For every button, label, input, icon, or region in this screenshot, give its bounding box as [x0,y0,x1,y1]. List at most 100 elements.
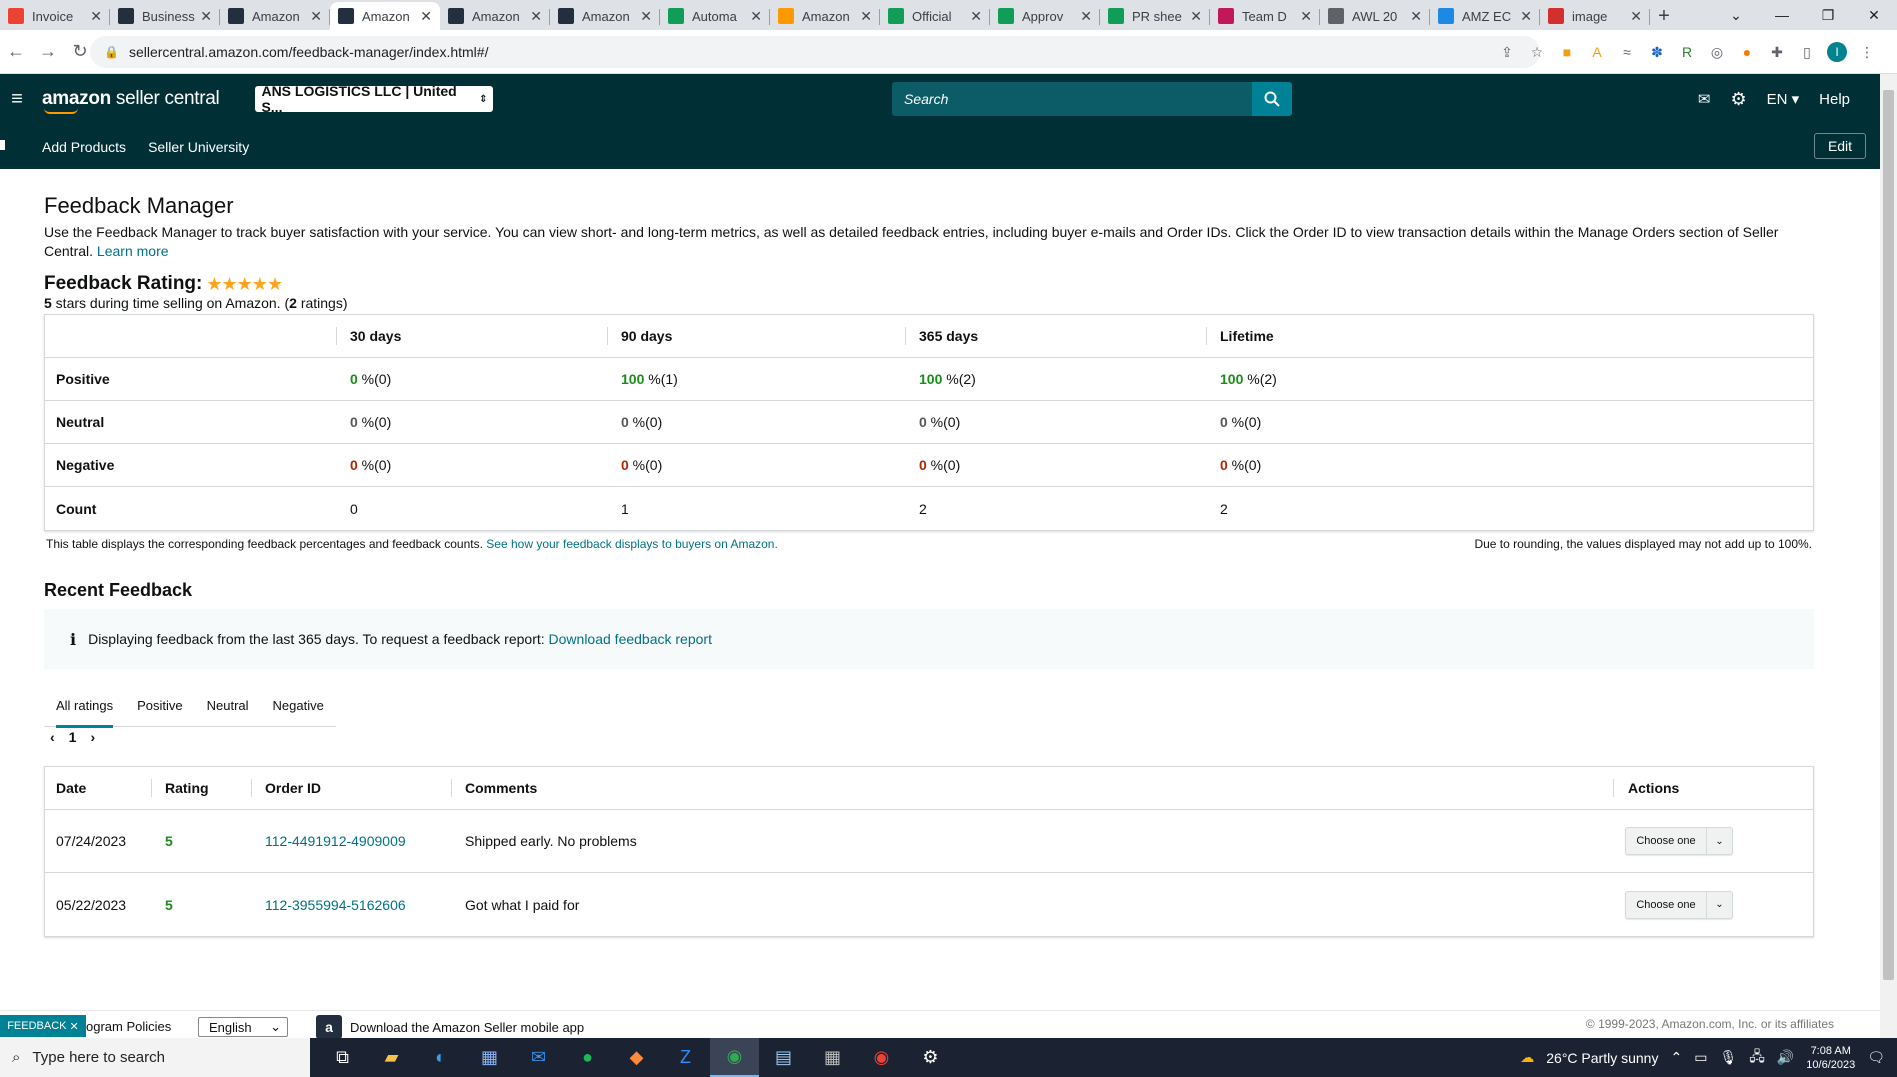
bookmark-star-icon[interactable]: ☆ [1527,42,1547,62]
extension-icon[interactable]: ≈ [1617,42,1637,62]
actions-dropdown[interactable]: Choose one ⌄ [1625,827,1733,855]
close-tab-icon[interactable]: ✕ [860,8,872,25]
tab-positive[interactable]: Positive [125,684,195,727]
browser-tab[interactable]: Amazon ✕ [330,2,440,30]
mail-icon[interactable]: ✉ [1698,90,1711,108]
browser-tab[interactable]: Official ✕ [880,2,990,30]
extension-icon[interactable]: ● [1737,42,1757,62]
volume-icon[interactable]: 🔊 [1777,1049,1794,1066]
edge-icon[interactable]: ◐ [416,1038,465,1077]
close-tab-icon[interactable]: ✕ [310,8,322,25]
close-tab-icon[interactable]: ✕ [640,8,652,25]
browser-tab[interactable]: Approv ✕ [990,2,1100,30]
notepad-icon[interactable]: ▤ [759,1038,808,1077]
minimize-button[interactable]: — [1759,0,1805,30]
puzzle-icon[interactable]: ✚ [1767,42,1787,62]
nav-seller-university[interactable]: Seller University [148,139,249,155]
settings-icon[interactable]: ⚙ [906,1038,955,1077]
program-policies-link[interactable]: ogram Policies [86,1019,171,1034]
extension-icon[interactable]: R [1677,42,1697,62]
close-tab-icon[interactable]: ✕ [1300,8,1312,25]
mail-icon[interactable]: ✉ [514,1038,563,1077]
hamburger-menu-icon[interactable]: ≡ [0,88,34,111]
feedback-tab-button[interactable]: FEEDBACK ✕ [0,1015,86,1037]
kebab-menu-icon[interactable]: ⋮ [1857,42,1877,62]
tab-all-ratings[interactable]: All ratings [44,684,125,728]
browser-tab[interactable]: AWL 20 ✕ [1320,2,1430,30]
extension-icon[interactable]: A [1587,42,1607,62]
close-tab-icon[interactable]: ✕ [90,8,102,25]
nav-add-products[interactable]: Add Products [42,139,126,155]
current-page[interactable]: 1 [69,729,77,745]
learn-more-link[interactable]: Learn more [97,243,169,259]
browser-tab[interactable]: Automa ✕ [660,2,770,30]
weather-icon[interactable]: ☁ [1520,1049,1534,1066]
actions-dropdown[interactable]: Choose one ⌄ [1625,890,1733,919]
url-field[interactable]: 🔒 sellercentral.amazon.com/feedback-mana… [90,36,1540,68]
browser-tab[interactable]: image ✕ [1540,2,1650,30]
close-tab-icon[interactable]: ✕ [1410,8,1422,25]
chevron-down-icon[interactable]: ⌄ [1713,0,1759,30]
edit-nav-button[interactable]: Edit [1814,133,1866,159]
weather-text[interactable]: 26°C Partly sunny [1546,1050,1658,1066]
buyer-display-link[interactable]: See how your feedback displays to buyers… [486,537,778,551]
clock[interactable]: 7:08 AM 10/6/2023 [1806,1044,1855,1072]
new-tab-button[interactable]: + [1650,2,1678,30]
spotify-icon[interactable]: ● [563,1038,612,1077]
browser-tab[interactable]: Team D ✕ [1210,2,1320,30]
browser-tab[interactable]: Amazon ✕ [550,2,660,30]
battery-icon[interactable]: ▭ [1694,1049,1707,1066]
download-report-link[interactable]: Download feedback report [549,631,712,647]
browser-tab[interactable]: PR shee ✕ [1100,2,1210,30]
seller-central-logo[interactable]: amazon seller central [42,88,220,114]
app-icon[interactable]: ◆ [612,1038,661,1077]
tray-overflow-icon[interactable]: ⌃ [1670,1049,1682,1066]
close-tab-icon[interactable]: ✕ [970,8,982,25]
footer-language-select[interactable]: English ⌄ [198,1017,288,1037]
order-id-link[interactable]: 112-3955994-5162606 [265,897,406,913]
browser-tab[interactable]: Amazon ✕ [220,2,330,30]
order-id-link[interactable]: 112-4491912-4909009 [265,833,406,849]
zoom-icon[interactable]: Z [661,1038,710,1077]
chrome-icon[interactable]: ◉ [857,1038,906,1077]
browser-tab[interactable]: Amazon ✕ [770,2,880,30]
close-tab-icon[interactable]: ✕ [1080,8,1092,25]
network-icon[interactable]: 🖧 [1749,1046,1765,1070]
browser-tab[interactable]: Business ✕ [110,2,220,30]
file-explorer-icon[interactable]: ▰ [367,1038,416,1077]
extension-icon[interactable]: ✽ [1647,42,1667,62]
profile-avatar[interactable]: I [1827,42,1847,62]
search-input[interactable]: Search [892,82,1252,116]
close-tab-icon[interactable]: ✕ [750,8,762,25]
chevron-right-icon[interactable]: › [90,729,95,745]
sidepanel-icon[interactable]: ▯ [1797,42,1817,62]
close-window-button[interactable]: ✕ [1851,0,1897,30]
calculator-icon[interactable]: ▦ [808,1038,857,1077]
restore-button[interactable]: ❐ [1805,0,1851,30]
app-download-link[interactable]: a Download the Amazon Seller mobile app [316,1015,584,1039]
close-tab-icon[interactable]: ✕ [530,8,542,25]
browser-tab[interactable]: AMZ EC ✕ [1430,2,1540,30]
gear-icon[interactable]: ⚙ [1730,89,1746,110]
close-tab-icon[interactable]: ✕ [1520,8,1532,25]
lock-icon[interactable]: 🔒 [104,45,119,59]
search-button[interactable] [1252,82,1292,116]
extension-icon[interactable]: ■ [1557,42,1577,62]
chevron-left-icon[interactable]: ‹ [50,729,55,745]
close-tab-icon[interactable]: ✕ [420,8,432,25]
share-icon[interactable]: ⇪ [1497,42,1517,62]
close-tab-icon[interactable]: ✕ [1630,8,1642,25]
account-switcher[interactable]: ANS LOGISTICS LLC | United S... ⇕ [255,83,494,115]
help-link[interactable]: Help [1819,91,1850,108]
browser-tab[interactable]: Invoice ✕ [0,2,110,30]
tab-negative[interactable]: Negative [261,684,336,727]
browser-tab[interactable]: Amazon ✕ [440,2,550,30]
chrome-icon[interactable]: ◉ [710,1038,759,1077]
microphone-icon[interactable]: 🎙 [1719,1049,1737,1066]
task-view-icon[interactable]: ⧉ [318,1038,367,1077]
notifications-icon[interactable]: 🗨 [1867,1049,1885,1066]
back-icon[interactable]: ← [0,41,32,62]
language-selector[interactable]: EN ▾ [1767,90,1800,108]
page-scrollbar[interactable] [1880,74,1897,1038]
forward-icon[interactable]: → [32,41,64,62]
